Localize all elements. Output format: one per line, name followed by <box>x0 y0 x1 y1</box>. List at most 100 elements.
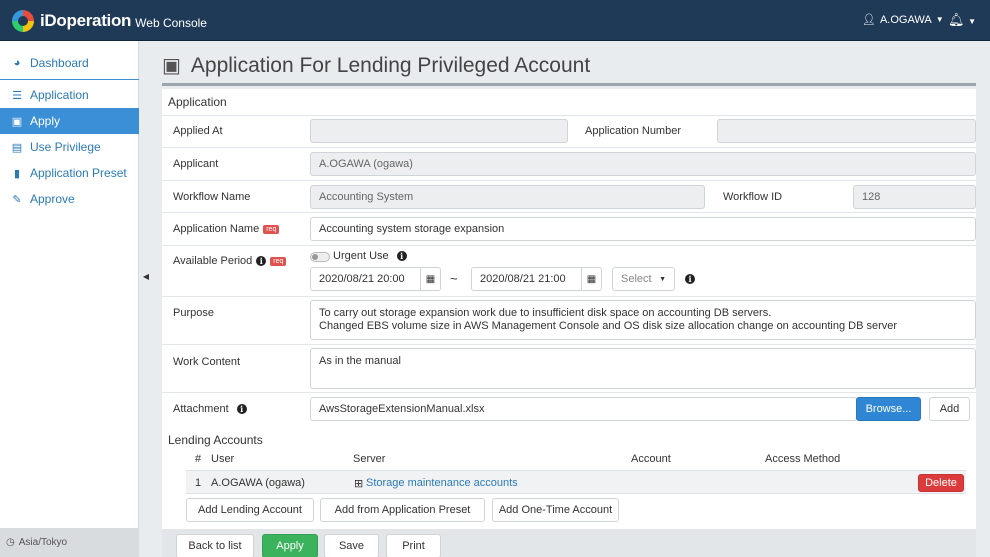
row-divider <box>162 392 976 393</box>
applied-at-field <box>310 119 568 143</box>
column-header-user: User <box>211 453 235 465</box>
page-title-text: Application For Lending Privileged Accou… <box>190 53 591 77</box>
urgent-use-label: Urgent Use i <box>333 250 407 262</box>
row-divider <box>162 180 976 181</box>
title-divider <box>162 83 976 86</box>
inbox-icon: ▣ <box>11 115 23 128</box>
column-header-access-method: Access Method <box>765 453 841 465</box>
sidebar-item-label: Approve <box>30 192 75 206</box>
logo-subtitle: Web Console <box>135 15 207 30</box>
attachment-file-input[interactable]: AwsStorageExtensionManual.xlsx <box>310 397 857 421</box>
column-header-account: Account <box>631 453 671 465</box>
sidebar-item-application-preset[interactable]: ▮ Application Preset <box>0 160 139 186</box>
chevron-down-icon: ▼ <box>935 15 944 24</box>
list-icon: ☰ <box>12 89 22 102</box>
application-number-field <box>717 119 976 143</box>
notification-menu[interactable]: 🔔︎ ▼ <box>948 12 976 28</box>
logo-text: iDoperation <box>40 11 132 30</box>
back-to-list-button[interactable]: Back to list <box>176 534 254 557</box>
attachment-label: Attachment i <box>173 403 247 415</box>
period-from-input[interactable]: 2020/08/21 20:00 ▦ <box>310 267 441 291</box>
required-badge: req <box>263 224 280 234</box>
info-icon[interactable]: i <box>236 404 247 414</box>
sidebar-item-use-privilege[interactable]: ▤ Use Privilege <box>0 134 139 160</box>
info-icon[interactable]: i <box>396 251 407 261</box>
row-divider <box>162 245 976 246</box>
sidebar-item-label: Apply <box>30 114 61 128</box>
period-preset-select[interactable]: Select ▼ <box>612 267 675 291</box>
row-divider <box>162 296 976 297</box>
row-divider <box>162 212 976 213</box>
info-icon[interactable]: i <box>685 274 695 284</box>
row-server-link[interactable]: Storage maintenance accounts <box>366 477 518 489</box>
sidebar-item-approve[interactable]: ✎ Approve <box>0 186 139 212</box>
calendar-icon[interactable]: ▦ <box>420 268 440 290</box>
dashboard-icon: ◕ <box>13 57 21 69</box>
info-icon[interactable]: i <box>256 256 267 266</box>
purpose-label: Purpose <box>173 307 214 319</box>
row-user: A.OGAWA (ogawa) <box>211 477 305 489</box>
chevron-down-icon: ▼ <box>659 275 666 283</box>
sidebar-item-label: Dashboard <box>30 56 89 70</box>
work-content-label: Work Content <box>173 356 241 368</box>
required-badge: req <box>270 256 287 266</box>
sidebar-item-label: Application Preset <box>30 166 127 180</box>
page-title: ▣ Application For Lending Privileged Acc… <box>162 53 590 78</box>
user-menu[interactable]: 👤︎ A.OGAWA ▼ <box>862 13 944 27</box>
section-heading-lending-accounts: Lending Accounts <box>168 433 263 447</box>
calendar-icon[interactable]: ▦ <box>581 268 601 290</box>
add-lending-account-button[interactable]: Add Lending Account <box>186 498 314 522</box>
timezone-indicator: ◷ Asia/Tokyo <box>0 528 139 557</box>
sidebar-item-application[interactable]: ☰ Application <box>0 82 139 108</box>
column-header-number: # <box>195 453 202 465</box>
bell-icon: 🔔︎ <box>948 12 965 27</box>
browse-button[interactable]: Browse... <box>856 397 921 421</box>
chevron-left-icon: ◀ <box>142 272 150 281</box>
logo[interactable]: iDoperation Web Console <box>12 10 207 32</box>
select-placeholder: Select <box>621 273 652 285</box>
sidebar-item-apply[interactable]: ▣ Apply <box>0 108 139 134</box>
sidebar: ◕ Dashboard ☰ Application ▣ Apply ▤ Use … <box>0 41 139 557</box>
apply-button[interactable]: Apply <box>262 534 318 557</box>
application-name-label: Application Name req <box>173 223 280 235</box>
period-separator: ~ <box>450 271 458 286</box>
print-button[interactable]: Print <box>386 534 441 557</box>
sidebar-divider <box>0 79 139 80</box>
delete-row-button[interactable]: Delete <box>918 474 964 492</box>
expand-icon[interactable]: ⊞ <box>354 477 363 490</box>
user-icon: 👤︎ <box>862 14 876 26</box>
table-row: 1 A.OGAWA (ogawa) ⊞ Storage maintenance … <box>186 470 966 494</box>
main-content: ▣ Application For Lending Privileged Acc… <box>152 41 990 557</box>
timezone-label: Asia/Tokyo <box>18 537 68 548</box>
application-number-label: Application Number <box>585 125 681 137</box>
sidebar-collapse-toggle[interactable]: ◀ <box>140 272 152 286</box>
laptop-icon: ▤ <box>11 141 23 154</box>
save-button[interactable]: Save <box>324 534 379 557</box>
application-form: Application Applied At Application Numbe… <box>162 89 976 529</box>
add-from-preset-button[interactable]: Add from Application Preset <box>320 498 485 522</box>
inbox-icon: ▣ <box>162 55 181 77</box>
user-name: A.OGAWA <box>879 13 932 26</box>
sidebar-item-label: Application <box>30 88 89 102</box>
sidebar-item-label: Use Privilege <box>30 140 101 154</box>
add-one-time-account-button[interactable]: Add One-Time Account <box>492 498 619 522</box>
period-to-value: 2020/08/21 21:00 <box>480 273 566 285</box>
workflow-id-field: 128 <box>853 185 976 209</box>
work-content-textarea[interactable]: As in the manual <box>310 348 976 389</box>
applied-at-label: Applied At <box>173 125 223 137</box>
logo-icon <box>12 10 34 32</box>
period-to-input[interactable]: 2020/08/21 21:00 ▦ <box>471 267 602 291</box>
sidebar-item-dashboard[interactable]: ◕ Dashboard <box>0 50 139 76</box>
applicant-label: Applicant <box>173 158 219 170</box>
period-from-value: 2020/08/21 20:00 <box>319 273 405 285</box>
applicant-field: A.OGAWA (ogawa) <box>310 152 976 176</box>
application-name-input[interactable]: Accounting system storage expansion <box>310 217 976 241</box>
row-divider <box>162 147 976 148</box>
urgent-use-toggle[interactable] <box>310 252 330 262</box>
purpose-textarea[interactable]: To carry out storage expansion work due … <box>310 300 976 340</box>
add-attachment-button[interactable]: Add <box>929 397 970 421</box>
available-period-label: Available Period i req <box>173 255 287 267</box>
workflow-name-label: Workflow Name <box>173 191 251 203</box>
row-divider <box>162 115 976 116</box>
clock-icon: ◷ <box>6 537 15 548</box>
